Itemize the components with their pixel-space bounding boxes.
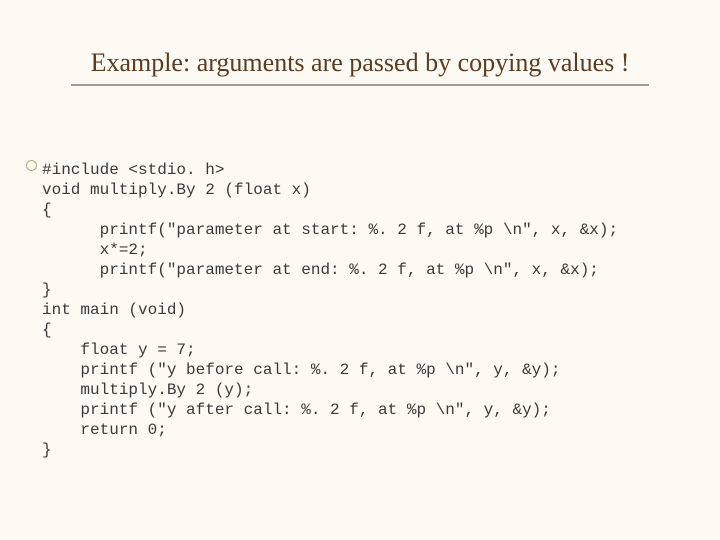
title-container: Example: arguments are passed by copying…: [0, 0, 720, 86]
slide: Example: arguments are passed by copying…: [0, 0, 720, 540]
code-example: #include <stdio. h> void multiply.By 2 (…: [42, 160, 690, 460]
slide-title: Example: arguments are passed by copying…: [71, 48, 650, 86]
bullet-icon: [26, 160, 37, 171]
